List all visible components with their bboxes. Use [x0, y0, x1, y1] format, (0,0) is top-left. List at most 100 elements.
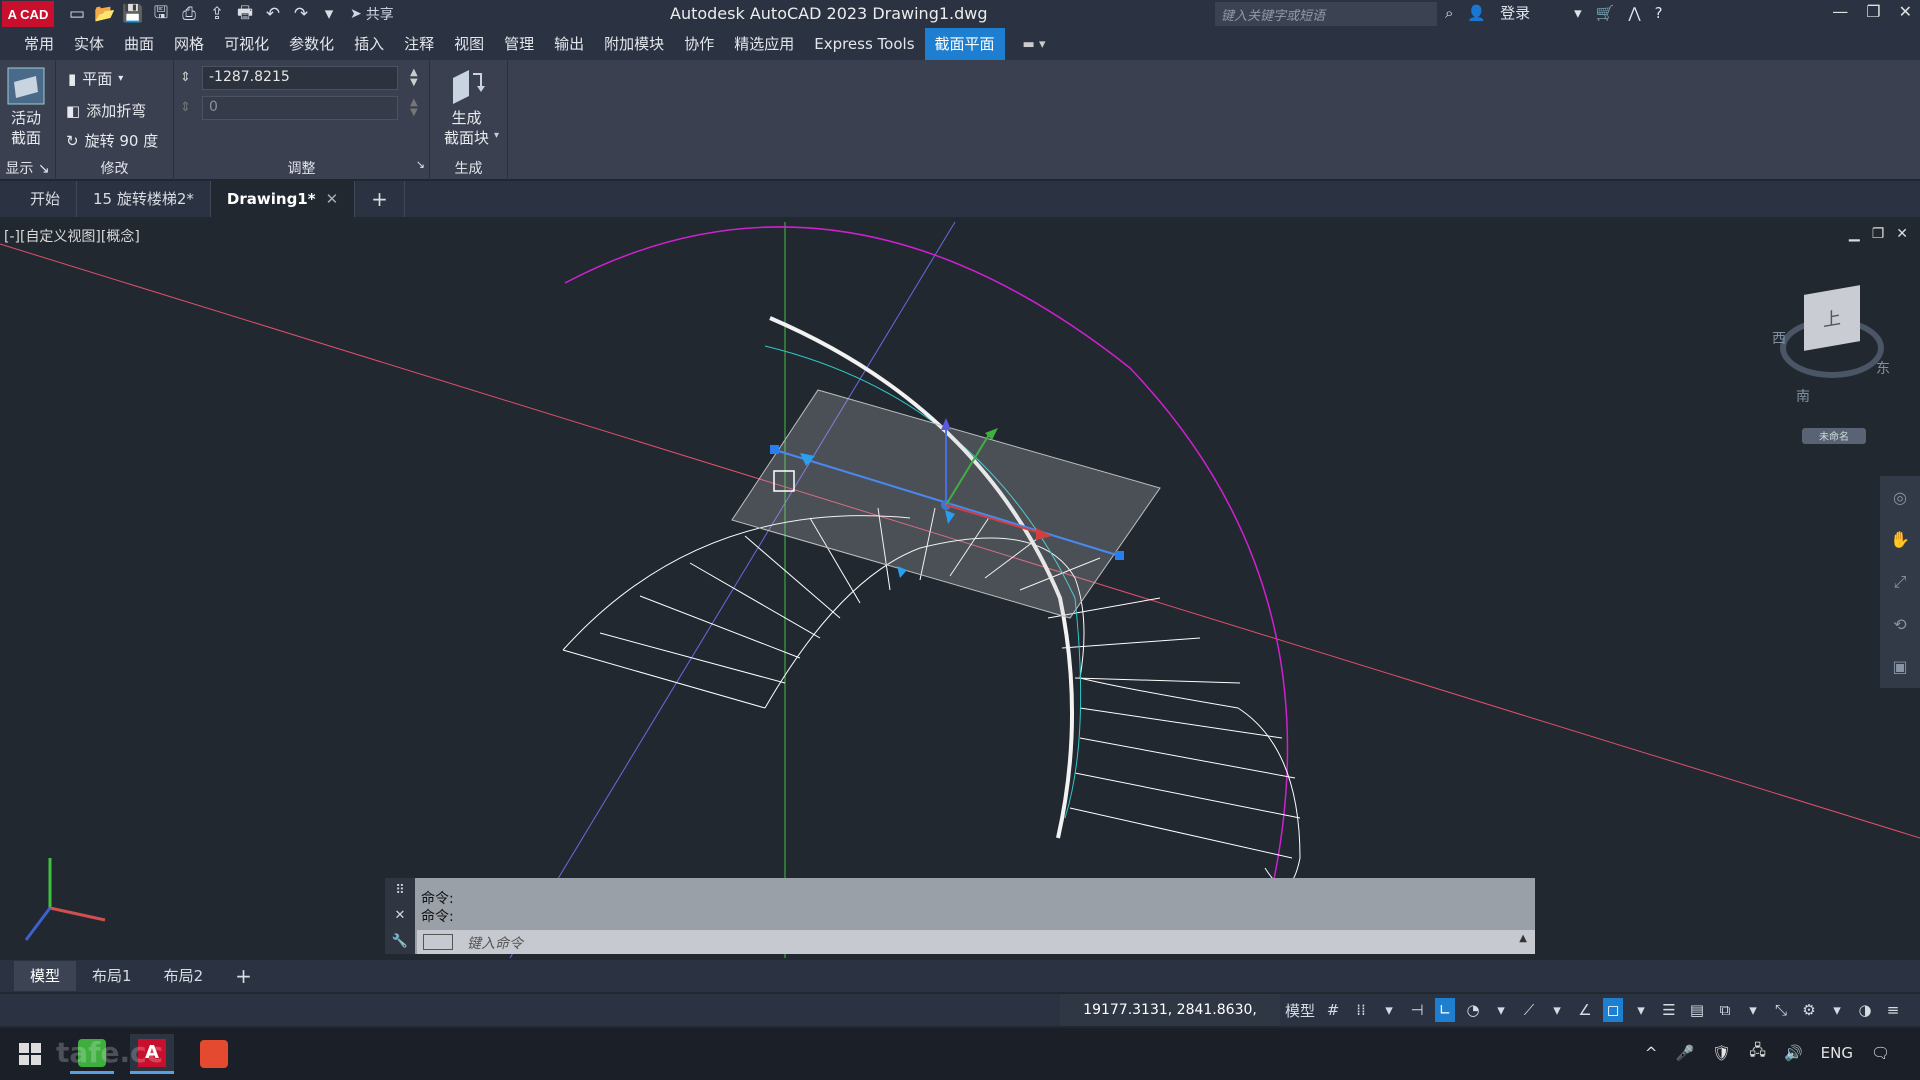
depth-input[interactable]: 0 — [202, 96, 398, 120]
tab-visualize[interactable]: 可视化 — [214, 28, 279, 60]
tab-view[interactable]: 视图 — [444, 28, 494, 60]
osnap-dropdown-icon[interactable]: ▾ — [1631, 998, 1651, 1022]
show-hidden-icons-icon[interactable]: ^ — [1645, 1044, 1658, 1062]
viewcube-top-face[interactable]: 上 — [1804, 285, 1860, 351]
share-button[interactable]: ➤ 共享 — [350, 4, 394, 24]
drawing-viewport[interactable]: [-][自定义视图][概念] ▁ ❐ ✕ 上 西 东 南 未命名 ◎ ✋ ⤢ ⟲… — [0, 218, 1920, 958]
drawing-canvas[interactable] — [0, 218, 1920, 958]
autodesk-a360-icon[interactable]: ⋀ — [1628, 4, 1640, 22]
command-prompt-icon[interactable] — [423, 934, 453, 950]
workspace-dropdown-icon[interactable]: ▾ — [1827, 998, 1847, 1022]
transparency-icon[interactable]: ▤ — [1687, 998, 1707, 1022]
save-icon[interactable]: 💾 — [122, 3, 144, 25]
display-group-title[interactable]: 显示 ↘ — [0, 158, 55, 178]
depth-spinner[interactable]: ▲ ▼ — [410, 98, 418, 118]
tab-addins[interactable]: 附加模块 — [594, 28, 674, 60]
pan-icon[interactable]: ✋ — [1890, 530, 1910, 549]
infer-constraints-icon[interactable]: ⊣ — [1407, 998, 1427, 1022]
grip-icon[interactable]: ⠿ — [395, 883, 405, 898]
viewport-restore-icon[interactable]: ❐ — [1872, 226, 1885, 242]
offset-spinner[interactable]: ▲ ▼ — [410, 68, 418, 88]
command-input[interactable]: 键入命令 ▲ — [417, 930, 1535, 954]
grid-icon[interactable]: # — [1323, 998, 1343, 1022]
object-snap-tracking-icon[interactable]: ∠ — [1575, 998, 1595, 1022]
close-icon[interactable]: ✕ — [1899, 2, 1912, 21]
ribbon-display-toggle[interactable]: ▬ ▾ — [1023, 37, 1046, 52]
network-icon[interactable]: 🖧 — [1749, 1040, 1766, 1065]
login-label[interactable]: 登录 — [1500, 2, 1530, 23]
tab-mesh[interactable]: 网格 — [164, 28, 214, 60]
generate-dropdown-icon[interactable]: ▾ — [494, 130, 499, 141]
new-file-icon[interactable]: ▭ — [66, 3, 88, 25]
tab-collaborate[interactable]: 协作 — [674, 28, 724, 60]
new-tab-button[interactable]: + — [355, 181, 405, 217]
generate-section-button[interactable]: 生成 截面块 — [444, 66, 489, 148]
adjust-group-title[interactable]: 调整 ↘ — [174, 158, 429, 178]
tab-section-plane[interactable]: 截面平面 — [924, 28, 1005, 60]
notifications-icon[interactable]: 🗨 — [1871, 1044, 1890, 1062]
save-as-icon[interactable]: 🖫 — [150, 3, 172, 25]
section-grip-end[interactable] — [1115, 551, 1124, 560]
model-space-toggle[interactable]: 模型 — [1285, 998, 1315, 1022]
viewcube-east[interactable]: 东 — [1876, 358, 1890, 378]
layout-tab-layout1[interactable]: 布局1 — [76, 961, 148, 991]
security-shield-icon[interactable]: 🛡 — [1712, 1044, 1731, 1062]
selection-dropdown-icon[interactable]: ▾ — [1743, 998, 1763, 1022]
open-folder-icon[interactable]: 📂 — [94, 3, 116, 25]
lineweight-icon[interactable]: ☰ — [1659, 998, 1679, 1022]
tab-insert[interactable]: 插入 — [344, 28, 394, 60]
polar-tracking-icon[interactable]: ◔ — [1463, 998, 1483, 1022]
customization-menu-icon[interactable]: ≡ — [1883, 998, 1903, 1022]
isodraft-dropdown-icon[interactable]: ▾ — [1547, 998, 1567, 1022]
polar-dropdown-icon[interactable]: ▾ — [1491, 998, 1511, 1022]
tab-home[interactable]: 常用 — [14, 28, 64, 60]
layout-tab-model[interactable]: 模型 — [14, 961, 77, 991]
isolate-objects-icon[interactable]: ◑ — [1855, 998, 1875, 1022]
export-icon[interactable]: ⇪ — [206, 3, 228, 25]
add-jog-button[interactable]: ◧ 添加折弯 — [66, 100, 146, 121]
file-tab-spiral-stairs[interactable]: 15 旋转楼梯2* — [77, 181, 211, 217]
restore-icon[interactable]: ❐ — [1866, 2, 1880, 21]
windows-start-icon[interactable] — [8, 1034, 52, 1074]
customize-dropdown-icon[interactable]: ▾ — [318, 3, 340, 25]
snap-icon[interactable]: ⁞⁞ — [1351, 998, 1371, 1022]
viewcube-west[interactable]: 西 — [1772, 328, 1786, 348]
print-icon[interactable]: 🖶 — [234, 3, 256, 25]
tab-featured-apps[interactable]: 精选应用 — [724, 28, 804, 60]
command-line-handle[interactable]: ⠿ ✕ 🔧 — [385, 878, 415, 954]
cart-icon[interactable]: 🛒 — [1596, 4, 1615, 22]
zoom-extents-icon[interactable]: ⤢ — [1894, 572, 1907, 592]
section-grip-start[interactable] — [770, 445, 779, 454]
coordinates-readout[interactable]: 19177.3131, 2841.8630, 0.0000 — [1060, 994, 1280, 1050]
redo-icon[interactable]: ↷ — [290, 3, 312, 25]
wcs-menu[interactable]: 未命名 — [1802, 428, 1866, 444]
showmotion-icon[interactable]: ▣ — [1892, 657, 1907, 676]
viewcube[interactable]: 上 西 东 南 未命名 — [1768, 278, 1890, 444]
offset-input[interactable]: -1287.8215 — [202, 66, 398, 90]
login-dropdown-icon[interactable]: ▾ — [1574, 4, 1582, 22]
tab-solid[interactable]: 实体 — [64, 28, 114, 60]
input-language[interactable]: ENG — [1821, 1044, 1853, 1062]
import-icon[interactable]: ⎙ — [178, 3, 200, 25]
file-tab-drawing1[interactable]: Drawing1* ✕ — [210, 181, 356, 217]
tab-surface[interactable]: 曲面 — [114, 28, 164, 60]
ortho-icon[interactable]: ∟ — [1435, 998, 1456, 1022]
tab-manage[interactable]: 管理 — [494, 28, 544, 60]
orbit-icon[interactable]: ⟲ — [1893, 615, 1906, 634]
object-snap-icon[interactable]: ◻ — [1603, 998, 1624, 1022]
search-icon[interactable]: ⌕ — [1445, 4, 1453, 22]
tab-annotate[interactable]: 注释 — [394, 28, 444, 60]
viewport-close-icon[interactable]: ✕ — [1896, 226, 1908, 242]
close-command-icon[interactable]: ✕ — [395, 908, 406, 923]
rotate-90-button[interactable]: ↻ 旋转 90 度 — [66, 130, 158, 151]
selection-cycling-icon[interactable]: ⧉ — [1715, 998, 1735, 1022]
microphone-icon[interactable]: 🎤 — [1675, 1044, 1694, 1062]
tab-output[interactable]: 输出 — [544, 28, 594, 60]
viewport-controls-label[interactable]: [-][自定义视图][概念] — [4, 226, 140, 246]
autocad-logo[interactable]: A CAD — [2, 1, 54, 27]
search-input[interactable]: 键入关键字或短语 — [1215, 2, 1437, 26]
help-icon[interactable]: ? — [1655, 4, 1663, 22]
viewport-minimize-icon[interactable]: ▁ — [1849, 226, 1860, 242]
layout-tab-layout2[interactable]: 布局2 — [148, 961, 220, 991]
undo-icon[interactable]: ↶ — [262, 3, 284, 25]
